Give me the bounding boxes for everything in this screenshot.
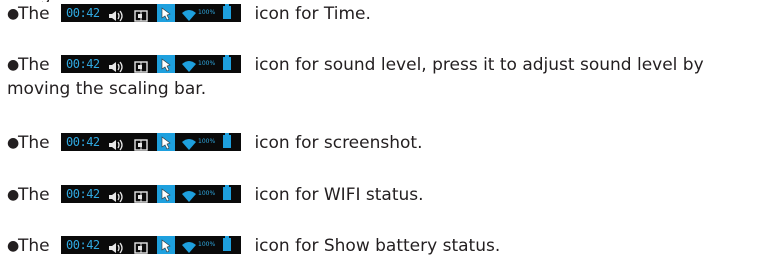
screenshot-icon: [134, 136, 148, 156]
bullet: ●: [7, 6, 20, 22]
item-description: icon for WIFI status.: [254, 185, 424, 205]
volume-icon: [109, 7, 123, 27]
wifi-icon: [182, 239, 197, 259]
battery-icon: [223, 236, 232, 251]
volume-icon: [109, 136, 123, 156]
status-bar-image: 00:42 100%: [61, 4, 242, 22]
status-bar-image: 00:42 100%: [61, 236, 242, 254]
cursor-highlight: [157, 236, 176, 254]
status-bar-image: 00:42 100%: [61, 185, 242, 203]
list-item-battery: ●The 00:42 100% icon for Show battery st…: [7, 236, 500, 256]
list-item-sound: ●The 00:42 100% icon for sound level, pr…: [7, 55, 704, 75]
volume-icon: [109, 188, 123, 208]
list-item-screenshot: ●The 00:42 100% icon for screenshot.: [7, 133, 422, 153]
cursor-icon: [161, 238, 172, 258]
battery-percent-text: 100%: [198, 241, 216, 248]
battery-percent-text: 100%: [198, 190, 216, 197]
list-item-time: ●The 00:42 100% icon for Time.: [7, 4, 371, 24]
lead-word: The: [18, 133, 50, 153]
item-description: icon for screenshot.: [254, 133, 423, 153]
bullet: ●: [7, 238, 20, 254]
screenshot-icon: [134, 239, 148, 259]
cursor-highlight: [157, 133, 176, 151]
wifi-icon: [182, 188, 197, 208]
time-text: 00:42: [66, 135, 100, 149]
cursor-highlight: [157, 55, 176, 73]
status-bar-image: 00:42 100%: [61, 133, 242, 151]
bullet: ●: [7, 135, 20, 151]
partial-heading-fragment: g: [40, 0, 74, 2]
lead-word: The: [18, 55, 50, 75]
volume-icon: [109, 239, 123, 259]
lead-word: The: [18, 185, 50, 205]
item-continuation: moving the scaling bar.: [7, 79, 207, 99]
battery-icon: [223, 55, 232, 70]
wifi-icon: [182, 58, 197, 78]
lead-word: The: [18, 4, 50, 24]
cursor-highlight: [157, 185, 176, 203]
item-description: icon for sound level, press it to adjust…: [254, 55, 704, 75]
item-description: icon for Show battery status.: [254, 236, 501, 256]
battery-percent-text: 100%: [198, 9, 216, 16]
battery-icon: [223, 133, 232, 148]
bullet: ●: [7, 187, 20, 203]
battery-percent-text: 100%: [198, 138, 216, 145]
item-description: icon for Time.: [254, 4, 371, 24]
bullet: ●: [7, 57, 20, 73]
wifi-icon: [182, 136, 197, 156]
cursor-icon: [161, 135, 172, 155]
time-text: 00:42: [66, 187, 100, 201]
cursor-highlight: [157, 4, 176, 22]
screenshot-icon: [134, 188, 148, 208]
time-text: 00:42: [66, 57, 100, 71]
time-text: 00:42: [66, 238, 100, 252]
lead-word: The: [18, 236, 50, 256]
time-text: 00:42: [66, 6, 100, 20]
screenshot-icon: [134, 7, 148, 27]
status-bar-image: 00:42 100%: [61, 55, 242, 73]
volume-icon: [109, 58, 123, 78]
cursor-icon: [161, 6, 172, 26]
cursor-icon: [161, 187, 172, 207]
screenshot-icon: [134, 58, 148, 78]
battery-icon: [223, 4, 232, 19]
battery-icon: [223, 185, 232, 200]
list-item-wifi: ●The 00:42 100% icon for WIFI status.: [7, 185, 424, 205]
cursor-icon: [161, 57, 172, 77]
battery-percent-text: 100%: [198, 60, 216, 67]
wifi-icon: [182, 7, 197, 27]
